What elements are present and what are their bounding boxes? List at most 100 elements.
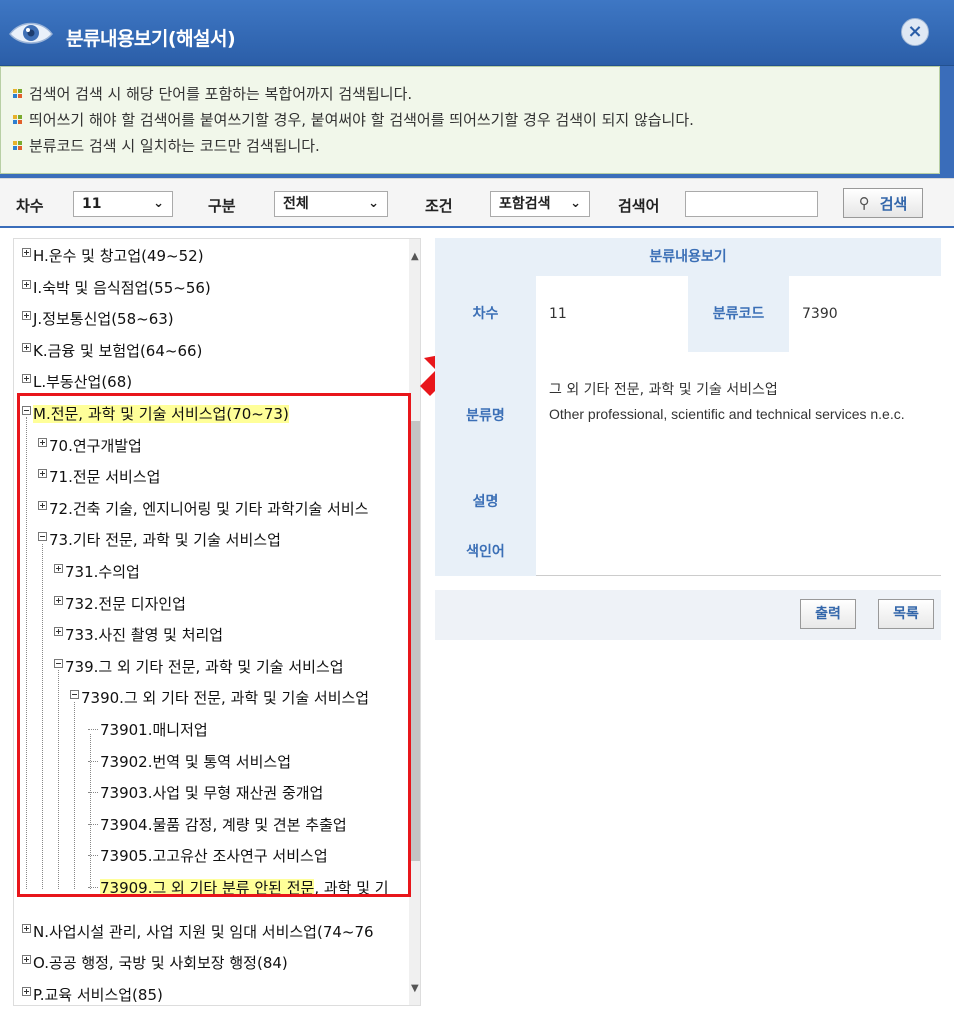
name-value: 그 외 기타 전문, 과학 및 기술 서비스업 Other profession… bbox=[549, 378, 929, 426]
tree-item[interactable]: 73909.그 외 기타 분류 안된 전문, 과학 및 기 bbox=[88, 873, 389, 903]
tree-item[interactable]: 73904.물품 감정, 계량 및 견본 추출업 bbox=[88, 810, 347, 840]
tree-item-label: J.정보통신업(58~63) bbox=[33, 310, 174, 329]
tree-guide-line bbox=[74, 702, 75, 889]
chevron-down-icon: ⌄ bbox=[153, 196, 164, 211]
four-square-bullet-icon bbox=[13, 115, 23, 125]
tree-item-label: M.전문, 과학 및 기술 서비스업(70~73) bbox=[33, 405, 289, 423]
condition-select[interactable]: 포함검색 ⌄ bbox=[490, 191, 590, 217]
expand-icon[interactable] bbox=[54, 564, 63, 573]
tree-item-label: O.공공 행정, 국방 및 사회보장 행정(84) bbox=[33, 954, 288, 973]
tree-item[interactable]: M.전문, 과학 및 기술 서비스업(70~73) bbox=[22, 399, 289, 429]
search-button[interactable]: ⚲ 검색 bbox=[843, 188, 923, 218]
chevron-down-icon: ⌄ bbox=[368, 196, 379, 211]
collapse-icon[interactable] bbox=[38, 532, 47, 542]
tree-item[interactable]: 739.그 외 기타 전문, 과학 및 기술 서비스업 bbox=[54, 652, 344, 682]
tree-item-label: 739.그 외 기타 전문, 과학 및 기술 서비스업 bbox=[65, 657, 344, 676]
tree-item[interactable]: N.사업시설 관리, 사업 지원 및 임대 서비스업(74~76 bbox=[22, 917, 374, 947]
classification-tree[interactable]: H.운수 및 창고업(49~52) I.숙박 및 음식점업(55~56) J.정보통… bbox=[13, 238, 421, 1006]
notice-line: 검색어 검색 시 해당 단어를 포함하는 복합어까지 검색됩니다. bbox=[13, 81, 939, 107]
revision-header: 차수 bbox=[435, 276, 536, 352]
tree-item-label: 73904.물품 감정, 계량 및 견본 추출업 bbox=[100, 815, 347, 834]
tree-item-label: 73901.매니저업 bbox=[100, 721, 208, 739]
tree-item-label: L.부동산업(68) bbox=[33, 373, 133, 392]
tree-item-label: 70.연구개발업 bbox=[49, 436, 142, 455]
tree-item-label: 731.수의업 bbox=[65, 563, 140, 581]
expand-icon[interactable] bbox=[22, 342, 31, 352]
tree-item[interactable]: 73905.고고유산 조사연구 서비스업 bbox=[88, 841, 328, 871]
expand-icon[interactable] bbox=[22, 986, 31, 996]
tree-guide-line bbox=[26, 417, 27, 889]
scroll-down-icon[interactable]: ▼ bbox=[411, 983, 419, 994]
eye-icon bbox=[9, 22, 53, 44]
name-ko: 그 외 기타 전문, 과학 및 기술 서비스업 bbox=[549, 382, 778, 398]
expand-icon[interactable] bbox=[54, 595, 63, 605]
scroll-thumb[interactable] bbox=[409, 421, 420, 861]
revision-label: 차수 bbox=[16, 197, 44, 215]
tree-item[interactable]: J.정보통신업(58~63) bbox=[22, 304, 174, 334]
expand-icon[interactable] bbox=[22, 923, 31, 933]
keyword-input[interactable] bbox=[685, 191, 818, 217]
notice-panel: 검색어 검색 시 해당 단어를 포함하는 복합어까지 검색됩니다. 띄어쓰기 해… bbox=[0, 66, 940, 174]
tree-item-label: 73905.고고유산 조사연구 서비스업 bbox=[100, 847, 328, 866]
tree-item[interactable]: K.금융 및 보험업(64~66) bbox=[22, 336, 202, 366]
tree-item[interactable]: 733.사진 촬영 및 처리업 bbox=[54, 620, 223, 650]
type-select[interactable]: 전체 ⌄ bbox=[274, 191, 388, 217]
tree-item-label-rest: , 과학 및 기 bbox=[314, 879, 389, 897]
print-button[interactable]: 출력 bbox=[800, 599, 856, 629]
expand-icon[interactable] bbox=[22, 248, 31, 257]
tree-item-label: N.사업시설 관리, 사업 지원 및 임대 서비스업(74~76 bbox=[33, 922, 374, 941]
tree-item[interactable]: P.교육 서비스업(85) bbox=[22, 980, 163, 1005]
tree-item[interactable]: O.공공 행정, 국방 및 사회보장 행정(84) bbox=[22, 948, 288, 978]
close-icon[interactable]: × bbox=[901, 18, 929, 46]
four-square-bullet-icon bbox=[13, 89, 23, 99]
type-select-value: 전체 bbox=[283, 196, 309, 212]
tree-item-label: 73909.그 외 기타 분류 안된 전문 bbox=[100, 879, 315, 897]
expand-icon[interactable] bbox=[22, 311, 31, 321]
tree-item[interactable]: 731.수의업 bbox=[54, 557, 140, 587]
revision-select-value: 11 bbox=[82, 196, 102, 212]
tree-item[interactable]: 7390.그 외 기타 전문, 과학 및 기술 서비스업 bbox=[70, 683, 369, 713]
condition-label: 조건 bbox=[425, 197, 453, 215]
collapse-icon[interactable] bbox=[22, 406, 31, 415]
search-icon: ⚲ bbox=[858, 194, 870, 212]
expand-icon[interactable] bbox=[38, 469, 47, 479]
tree-item[interactable]: 73903.사업 및 무형 재산권 중개업 bbox=[88, 778, 323, 808]
tree-item-label: 7390.그 외 기타 전문, 과학 및 기술 서비스업 bbox=[81, 689, 370, 708]
tree-item-label: P.교육 서비스업(85) bbox=[33, 985, 163, 1004]
tree-item[interactable]: L.부동산업(68) bbox=[22, 367, 132, 397]
code-header: 분류코드 bbox=[688, 276, 789, 352]
expand-icon[interactable] bbox=[22, 279, 31, 289]
tree-item[interactable]: 73.기타 전문, 과학 및 기술 서비스업 bbox=[38, 525, 281, 555]
tree-item[interactable]: 72.건축 기술, 엔지니어링 및 기타 과학기술 서비스 bbox=[38, 494, 368, 524]
detail-panel: 분류내용보기 차수 11 분류코드 7390 분류명 설명 색인어 그 외 기타… bbox=[435, 238, 941, 576]
expand-icon[interactable] bbox=[22, 955, 31, 965]
window-title: 분류내용보기(해설서) bbox=[66, 28, 236, 50]
tree-item-label: 73903.사업 및 무형 재산권 중개업 bbox=[100, 784, 324, 803]
tree-item-label: 72.건축 기술, 엔지니어링 및 기타 과학기술 서비스 bbox=[49, 499, 369, 518]
tree-item[interactable]: 73902.번역 및 통역 서비스업 bbox=[88, 747, 291, 777]
tree-item-label: 71.전문 서비스업 bbox=[49, 468, 161, 487]
name-header: 분류명 bbox=[466, 408, 505, 424]
tree-connector bbox=[88, 729, 98, 730]
notice-frame: 검색어 검색 시 해당 단어를 포함하는 복합어까지 검색됩니다. 띄어쓰기 해… bbox=[0, 66, 954, 178]
revision-select[interactable]: 11 ⌄ bbox=[73, 191, 173, 217]
tree-item[interactable]: 732.전문 디자인업 bbox=[54, 589, 186, 619]
keyword-label: 검색어 bbox=[618, 197, 660, 215]
expand-icon[interactable] bbox=[54, 627, 63, 637]
detail-header: 분류내용보기 bbox=[435, 238, 941, 276]
list-button[interactable]: 목록 bbox=[878, 599, 934, 629]
expand-icon[interactable] bbox=[22, 374, 31, 384]
expand-icon[interactable] bbox=[38, 500, 47, 510]
expand-icon[interactable] bbox=[38, 437, 47, 447]
tree-item[interactable]: 73901.매니저업 bbox=[88, 715, 208, 745]
scroll-up-icon[interactable]: ▲ bbox=[411, 251, 419, 262]
tree-item-label: H.운수 및 창고업(49~52) bbox=[33, 247, 204, 265]
tree-item[interactable]: 70.연구개발업 bbox=[38, 431, 142, 461]
collapse-icon[interactable] bbox=[70, 690, 79, 700]
collapse-icon[interactable] bbox=[54, 658, 63, 668]
tree-item[interactable]: I.숙박 및 음식점업(55~56) bbox=[22, 273, 211, 303]
tree-guide-line bbox=[58, 670, 59, 889]
tree-item[interactable]: 71.전문 서비스업 bbox=[38, 462, 160, 492]
tree-guide-line bbox=[42, 544, 43, 889]
tree-item[interactable]: H.운수 및 창고업(49~52) bbox=[22, 241, 204, 271]
